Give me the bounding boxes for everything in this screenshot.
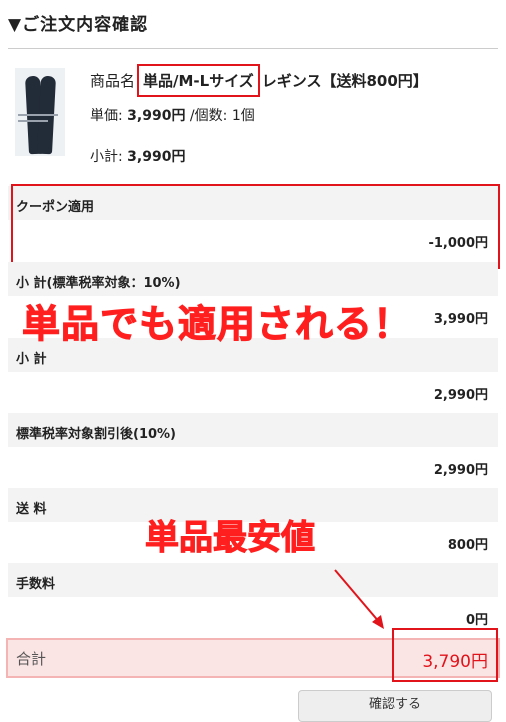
product-price-line: 単価: 3,990円 /個数: 1個: [90, 105, 255, 125]
annotation-applies-single: 単品でも適用される！: [21, 302, 413, 347]
shipping-value: 800円: [447, 538, 488, 553]
quantity-label: /個数:: [189, 108, 228, 124]
product-subtotal-line: 小計: 3,990円: [90, 146, 185, 166]
subtotal-tax-label-row: 小 計(標準税率対象：10%): [8, 262, 498, 296]
thumbnail-text-line: [18, 120, 48, 122]
product-subtotal-value: 3,990円: [127, 149, 186, 165]
total-value: 3,790円: [422, 652, 488, 672]
subtotal-tax-label: 小 計(標準税率対象：10%): [16, 276, 181, 291]
price-label: 単価:: [90, 108, 123, 124]
arrow-icon: [334, 569, 384, 629]
subtotal-label: 小 計: [16, 352, 47, 367]
product-name-line: 商品名 単品/M-Lサイズ レギンス【送料800円】: [90, 64, 428, 97]
fee-value: 0円: [465, 613, 488, 628]
order-confirm-title: ▼ご注文内容確認: [8, 15, 149, 35]
coupon-highlight-box: [11, 184, 500, 269]
annotation-lowest-price: 単品最安値: [145, 518, 316, 559]
product-name-label: 商品名: [90, 72, 136, 90]
fee-label: 手数料: [16, 577, 56, 592]
discounted-label: 標準税率対象割引後(10%): [16, 427, 176, 442]
subtotal-tax-value: 3,990円: [433, 312, 488, 327]
product-name: レギンス【送料800円】: [261, 72, 428, 90]
product-thumbnail: [15, 68, 65, 156]
product-variant-highlight: 単品/M-Lサイズ: [137, 64, 260, 97]
thumbnail-text-line: [18, 114, 58, 116]
price-value: 3,990円: [127, 108, 186, 124]
quantity-value: 1個: [231, 108, 255, 124]
subtotal-value: 2,990円: [433, 388, 488, 403]
fee-label-row: 手数料: [8, 563, 498, 597]
divider: [8, 48, 498, 49]
discounted-value: 2,990円: [433, 463, 488, 478]
shipping-label: 送 料: [16, 502, 47, 517]
confirm-button[interactable]: 確認する: [298, 690, 492, 722]
discounted-label-row: 標準税率対象割引後(10%): [8, 413, 498, 447]
product-subtotal-label: 小計:: [90, 149, 123, 165]
total-label: 合計: [16, 650, 47, 668]
